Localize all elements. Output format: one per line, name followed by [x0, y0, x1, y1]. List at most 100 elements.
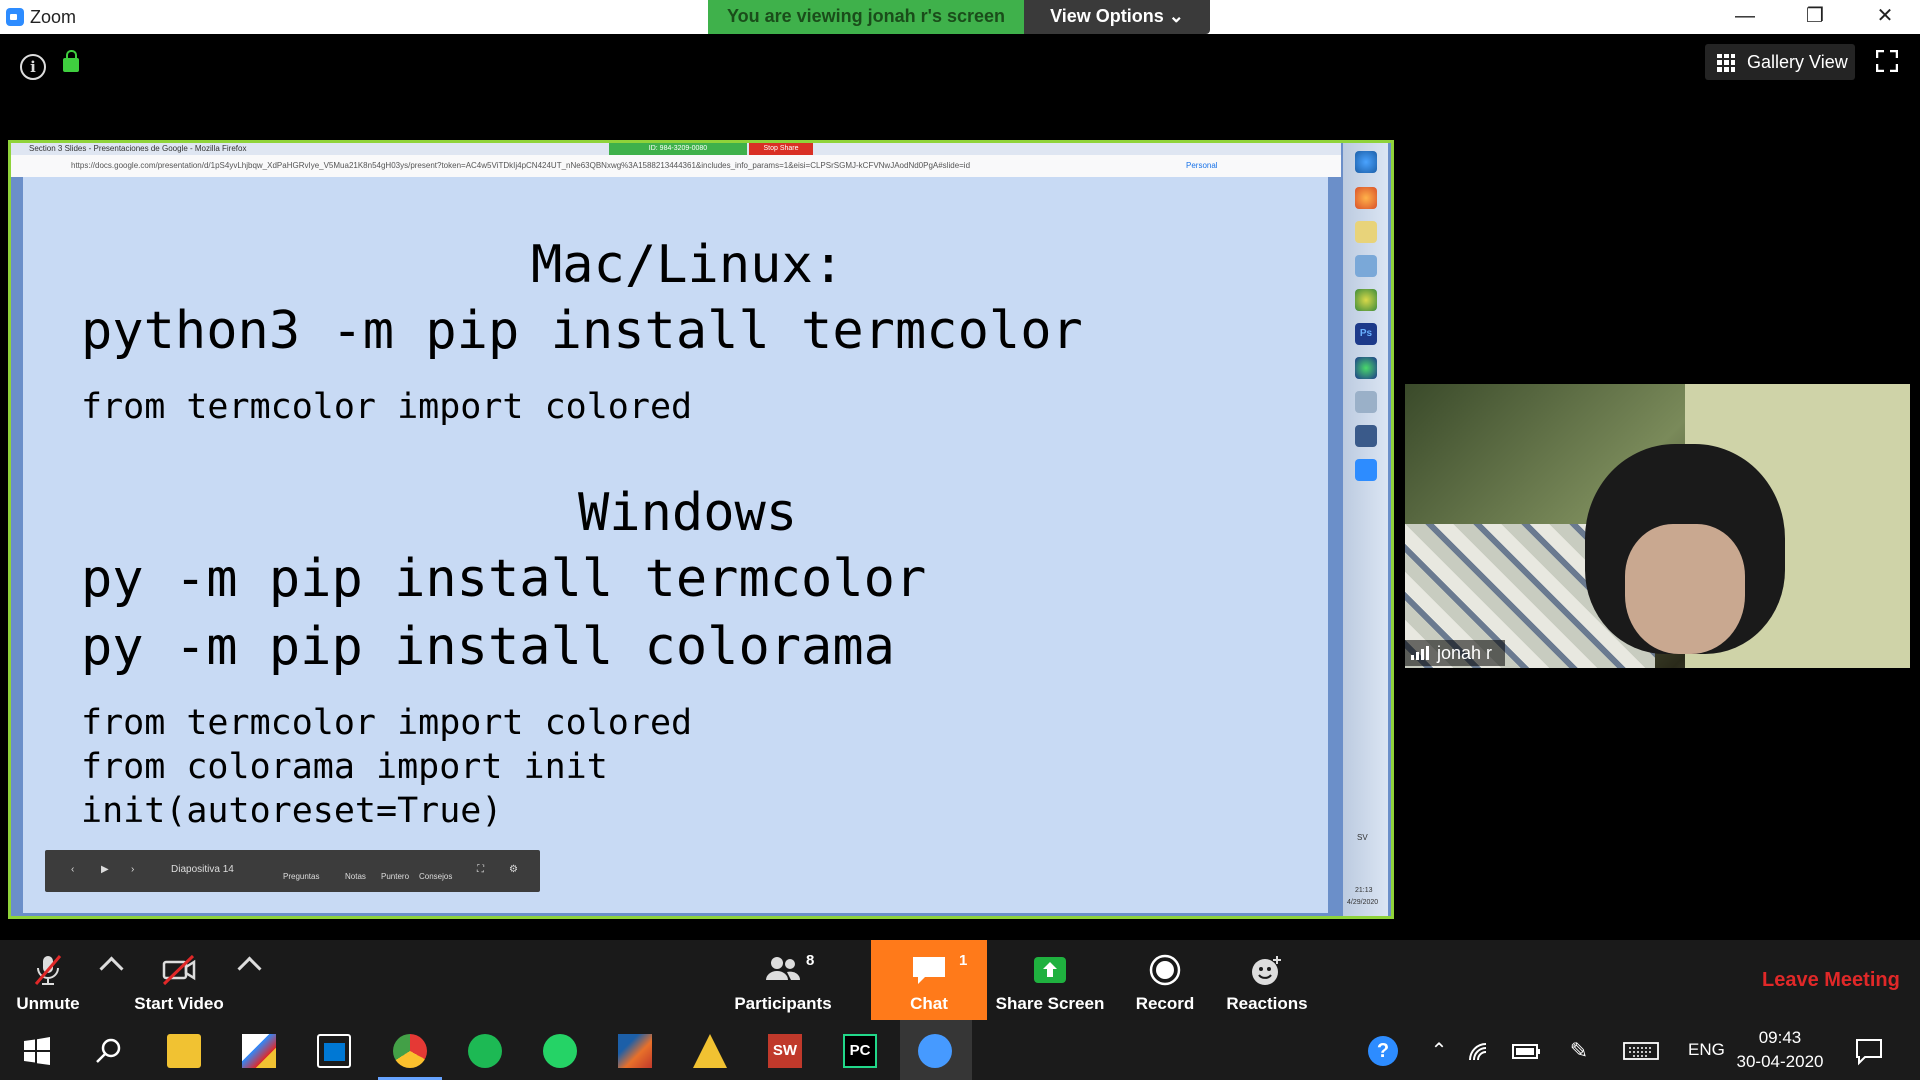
wifi-icon[interactable]	[1464, 1034, 1498, 1068]
play-icon: ▶	[101, 864, 109, 875]
prev-slide-icon: ‹	[71, 864, 75, 875]
firefox-icon	[1355, 187, 1377, 209]
view-options-button[interactable]: View Options ⌄	[1024, 0, 1210, 34]
participant-name: jonah r	[1437, 643, 1493, 663]
grid-icon	[1717, 54, 1735, 72]
slide-code-line-3: init(autoreset=True)	[81, 791, 503, 831]
pen-icon[interactable]: ✎	[1562, 1034, 1596, 1068]
windows-start-icon	[1355, 151, 1377, 173]
slide-heading-windows: Windows	[578, 483, 798, 543]
next-slide-icon: ›	[131, 864, 135, 875]
presentation-slide: Mac/Linux: python3 -m pip install termco…	[23, 177, 1328, 913]
meeting-toolbar: Unmute Start Video 8 Participants 1 Chat…	[0, 940, 1920, 1020]
app-icon	[1355, 357, 1377, 379]
record-icon	[1149, 954, 1181, 986]
audio-options-chevron-icon[interactable]	[99, 956, 124, 981]
reactions-label: Reactions	[1226, 994, 1308, 1013]
matlab-icon[interactable]	[618, 1034, 652, 1068]
file-explorer-icon[interactable]	[167, 1034, 201, 1068]
windows-taskbar: SW PC ? ⌃ ✎	[0, 1020, 1920, 1080]
reactions-button[interactable]: Reactions	[1220, 940, 1314, 1020]
search-icon[interactable]	[92, 1034, 126, 1068]
slide-import-mac: from termcolor import colored	[81, 387, 693, 427]
unmute-label: Unmute	[16, 994, 80, 1013]
close-button[interactable]: ✕	[1850, 0, 1920, 34]
folder-icon	[1355, 221, 1377, 243]
participant-name-label: jonah r	[1405, 640, 1505, 666]
help-icon[interactable]: ?	[1368, 1036, 1398, 1066]
shared-screen: Section 3 Slides - Presentaciones de Goo…	[8, 140, 1394, 919]
muted-microphone-icon	[34, 955, 62, 985]
firefox-title: Section 3 Slides - Presentaciones de Goo…	[29, 144, 247, 153]
personal-label: Personal	[1186, 161, 1218, 170]
encryption-lock-icon[interactable]	[63, 50, 79, 72]
archicad-icon[interactable]	[693, 1034, 727, 1068]
slide-command-windows-2: py -m pip install colorama	[81, 617, 895, 677]
fullscreen-icon[interactable]	[1876, 50, 1898, 72]
pycharm-icon[interactable]: PC	[843, 1034, 877, 1068]
chat-bubble-icon	[913, 957, 945, 984]
participants-button[interactable]: 8 Participants	[728, 940, 838, 1020]
spotify-icon[interactable]	[468, 1034, 502, 1068]
start-video-button[interactable]: Start Video	[124, 940, 234, 1020]
puntero-label: Puntero	[381, 872, 410, 881]
leave-meeting-button[interactable]: Leave Meeting	[1762, 969, 1900, 992]
minimize-button[interactable]: —	[1710, 0, 1780, 34]
remote-time: 21:13	[1355, 887, 1373, 894]
video-options-chevron-icon[interactable]	[237, 956, 262, 981]
notifications-icon[interactable]	[1852, 1034, 1886, 1068]
slide-command-mac: python3 -m pip install termcolor	[81, 301, 1083, 361]
share-screen-button[interactable]: Share Screen	[990, 940, 1110, 1020]
battery-icon[interactable]	[1510, 1034, 1544, 1068]
participant-video[interactable]	[1405, 384, 1910, 668]
windows-start-icon[interactable]	[20, 1034, 54, 1068]
solidworks-icon[interactable]: SW	[768, 1034, 802, 1068]
whatsapp-icon[interactable]	[543, 1034, 577, 1068]
window-title: Zoom	[30, 7, 77, 27]
clock-time: 09:43	[1758, 1028, 1802, 1047]
paint-icon[interactable]	[242, 1034, 276, 1068]
preguntas-label: Preguntas	[283, 872, 320, 881]
remote-meeting-id: ID: 984-3209-0080	[609, 143, 747, 155]
slide-code-line-1: from termcolor import colored	[81, 703, 693, 743]
notas-label: Notas	[345, 872, 366, 881]
slide-controls-bar: ‹ ▶ › Diapositiva 14 Preguntas Notas Pun…	[45, 850, 540, 892]
info-icon[interactable]: i	[20, 54, 46, 80]
touch-keyboard-icon[interactable]	[1622, 1034, 1660, 1068]
gallery-view-button[interactable]: Gallery View	[1705, 44, 1855, 80]
remote-vertical-taskbar: Ps SV 21:13 4/29/2020	[1343, 143, 1388, 916]
unmute-button[interactable]: Unmute	[0, 940, 96, 1020]
game-icon	[1355, 289, 1377, 311]
share-screen-icon	[1034, 957, 1066, 983]
slide-selector: Diapositiva 14	[171, 864, 234, 875]
firefox-title-bar: Section 3 Slides - Presentaciones de Goo…	[11, 143, 1341, 155]
input-language[interactable]: ENG	[1688, 1040, 1725, 1060]
store-icon[interactable]	[317, 1034, 351, 1068]
system-clock[interactable]: 09:43 30-04-2020	[1730, 1026, 1830, 1074]
slide-command-windows-1: py -m pip install termcolor	[81, 549, 927, 609]
slide-code-line-2: from colorama import init	[81, 747, 608, 787]
consejos-label: Consejos	[419, 872, 453, 881]
start-video-label: Start Video	[134, 994, 224, 1013]
participants-label: Participants	[734, 994, 832, 1013]
participants-count: 8	[806, 952, 815, 969]
restore-button[interactable]: ❐	[1780, 0, 1850, 34]
remote-language: SV	[1357, 833, 1368, 842]
share-screen-label: Share Screen	[995, 994, 1105, 1013]
reactions-smiley-icon	[1252, 956, 1281, 985]
photoshop-icon: Ps	[1355, 323, 1377, 345]
app-icon	[1355, 425, 1377, 447]
chrome-icon[interactable]	[393, 1034, 427, 1068]
chat-label: Chat	[910, 994, 948, 1013]
gallery-view-label: Gallery View	[1747, 52, 1848, 72]
signal-strength-icon	[1411, 646, 1429, 660]
record-label: Record	[1135, 994, 1195, 1013]
show-hidden-icons-chevron-icon[interactable]: ⌃	[1422, 1034, 1456, 1068]
slide-heading-mac: Mac/Linux:	[531, 235, 845, 295]
chat-unread-badge: 1	[959, 952, 968, 969]
firefox-url-bar: https://docs.google.com/presentation/d/1…	[11, 155, 1341, 177]
zoom-logo-icon	[6, 8, 24, 26]
record-button[interactable]: Record	[1120, 940, 1210, 1020]
zoom-app-icon	[1355, 459, 1377, 481]
chat-button[interactable]: 1 Chat	[871, 940, 987, 1020]
